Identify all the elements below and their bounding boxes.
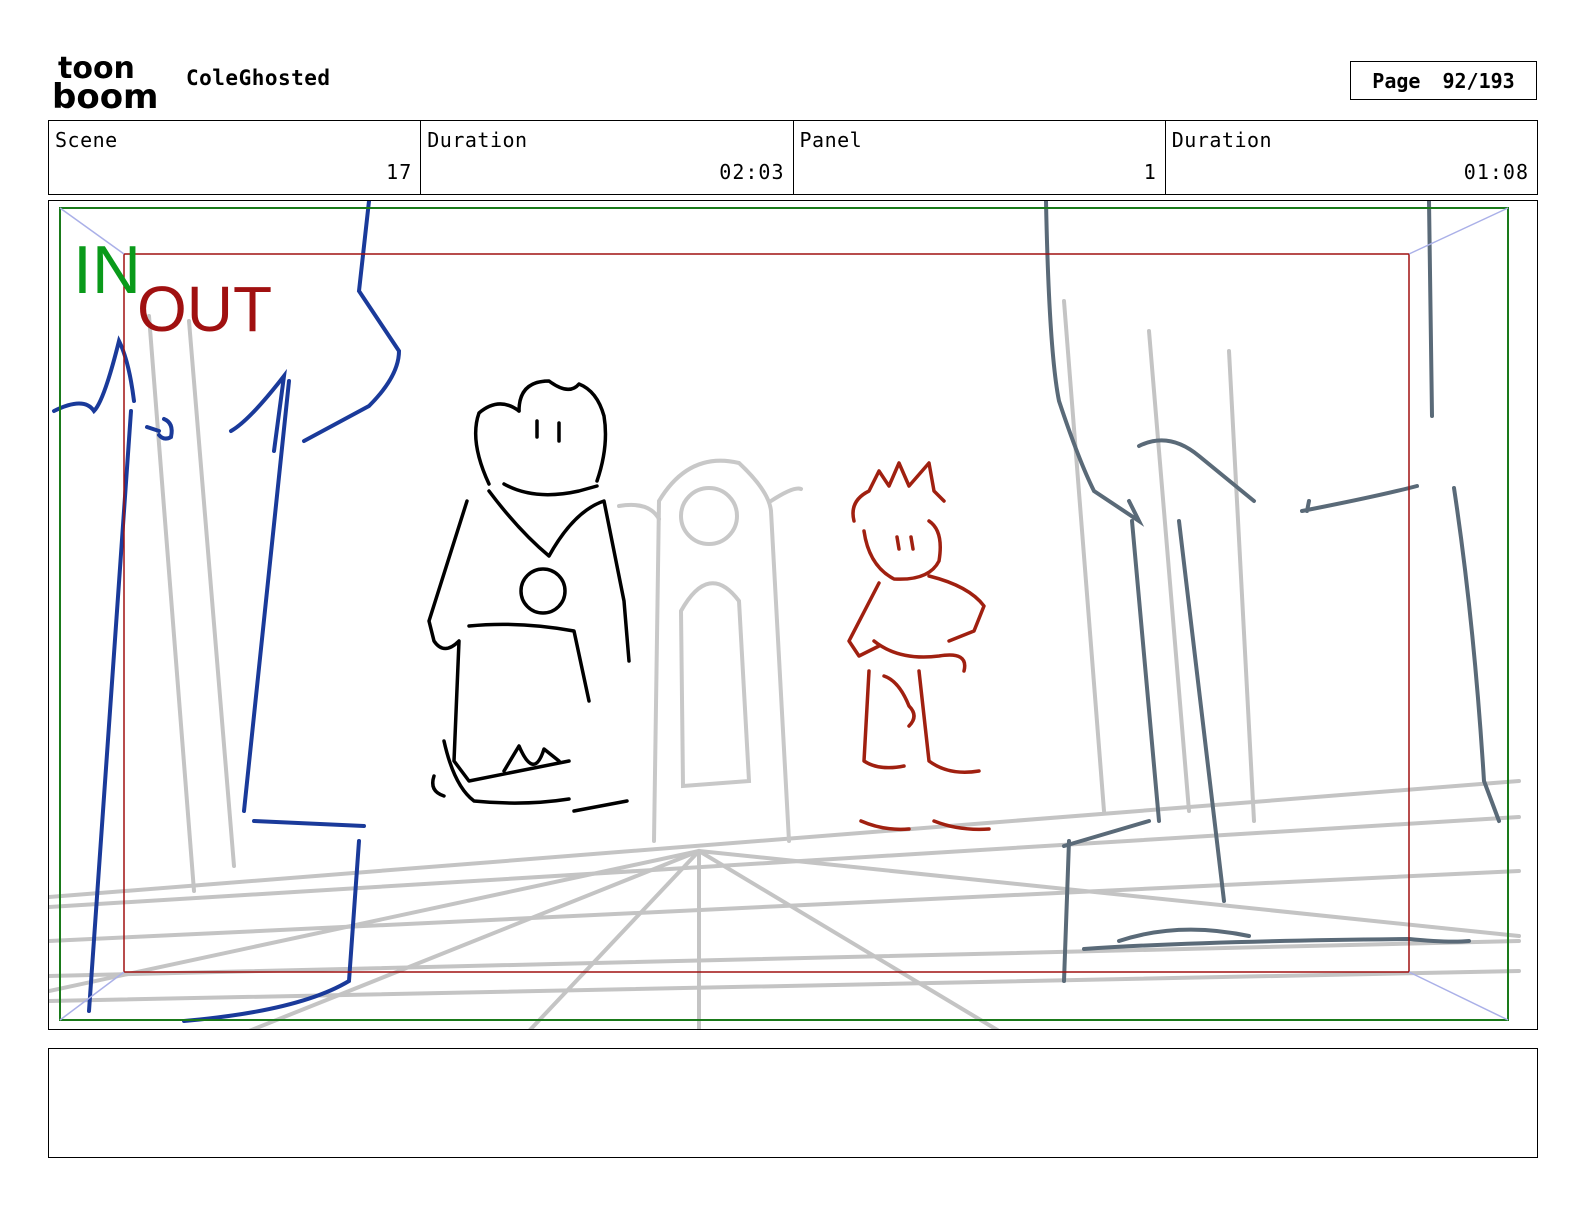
grandfather-clock-sketch <box>617 458 803 843</box>
panel-duration-label: Duration <box>1171 128 1273 152</box>
panel-duration-value: 01:08 <box>1463 160 1529 184</box>
scene-info-row: Scene 17 Duration 02:03 Panel 1 Duration… <box>48 120 1538 195</box>
panel-drawing: IN OUT <box>49 201 1521 1029</box>
logo-text-bottom: boom <box>52 77 158 112</box>
panel-notes-box <box>48 1048 1538 1158</box>
project-title: ColeGhosted <box>186 66 331 90</box>
dark-sketch-structure <box>1044 201 1501 983</box>
page-indicator: Page 92/193 <box>1350 61 1537 100</box>
scene-duration-label: Duration <box>427 128 528 152</box>
frame-corner-guides <box>59 207 1509 1021</box>
perspective-floor-lines <box>49 299 1521 1029</box>
old-man-character-sketch <box>427 379 631 813</box>
panel-cell: Panel 1 <box>794 121 1166 194</box>
out-label: OUT <box>137 273 272 345</box>
scene-duration-value: 02:03 <box>719 160 785 184</box>
in-frame-border <box>59 207 1509 1021</box>
scene-cell: Scene 17 <box>49 121 422 194</box>
panel-label: Panel <box>799 128 863 152</box>
panel-duration-cell: Duration 01:08 <box>1166 121 1537 194</box>
storyboard-panel: IN OUT <box>48 200 1538 1030</box>
scene-duration-cell: Duration 02:03 <box>421 121 794 194</box>
young-character-sketch <box>847 461 991 832</box>
scene-label: Scene <box>55 128 118 152</box>
toonboom-logo: toon boom <box>52 50 164 117</box>
panel-value: 1 <box>1143 160 1157 184</box>
in-label: IN <box>73 232 141 308</box>
scene-value: 17 <box>386 160 413 184</box>
page-number: 92/193 <box>1442 68 1515 93</box>
page-label: Page <box>1372 68 1421 93</box>
